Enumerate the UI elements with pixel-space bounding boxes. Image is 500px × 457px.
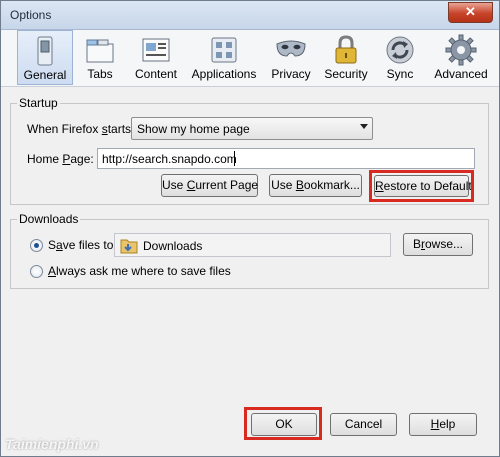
browse-button[interactable]: Browse... xyxy=(403,233,473,256)
tab-advanced[interactable]: Advanced xyxy=(429,30,493,85)
help-button[interactable]: Help xyxy=(409,413,477,436)
tab-sync-label: Sync xyxy=(386,67,414,81)
startup-select-value: Show my home page xyxy=(137,122,250,136)
tab-general[interactable]: General xyxy=(17,30,73,85)
always-ask-label: Always ask me where to save files xyxy=(48,264,231,278)
download-folder-name: Downloads xyxy=(143,239,203,253)
restore-button-highlight xyxy=(369,170,474,202)
save-files-label: Save files to xyxy=(48,238,114,252)
close-icon: ✕ xyxy=(465,4,476,19)
chevron-down-icon xyxy=(360,124,368,129)
tab-tabs[interactable]: Tabs xyxy=(75,30,125,85)
privacy-mask-icon xyxy=(276,40,306,57)
cancel-button[interactable]: Cancel xyxy=(330,413,397,436)
options-window: Options ✕ General Tabs Content Applicati… xyxy=(0,0,500,457)
watermark-text: Taimienphi.vn xyxy=(5,436,99,452)
startup-group-title: Startup xyxy=(17,96,60,110)
gear-icon xyxy=(445,34,477,66)
tab-content-label: Content xyxy=(134,67,178,81)
tab-applications-label: Applications xyxy=(191,67,257,81)
save-files-radio[interactable] xyxy=(30,239,43,252)
tab-privacy[interactable]: Privacy xyxy=(264,30,318,85)
tab-general-label: General xyxy=(23,68,67,82)
content-icon xyxy=(142,38,170,62)
home-page-label: Home Page: xyxy=(27,152,94,166)
switch-icon xyxy=(37,36,53,66)
when-firefox-starts-label: When Firefox starts: xyxy=(27,122,135,136)
sync-icon xyxy=(386,36,414,64)
window-title: Options xyxy=(10,8,52,22)
ok-button-highlight xyxy=(244,407,322,440)
tab-content[interactable]: Content xyxy=(128,30,184,85)
always-ask-radio[interactable] xyxy=(30,265,43,278)
downloads-group-title: Downloads xyxy=(17,212,81,226)
tab-sync[interactable]: Sync xyxy=(374,30,426,85)
tab-tabs-label: Tabs xyxy=(87,67,113,81)
tab-security[interactable]: Security xyxy=(320,30,372,85)
tab-advanced-label: Advanced xyxy=(434,67,488,81)
tabs-icon xyxy=(86,39,114,63)
options-toolbar: General Tabs Content Applications Privac… xyxy=(1,30,499,87)
tab-privacy-label: Privacy xyxy=(271,67,311,81)
padlock-icon xyxy=(335,35,357,64)
use-bookmark-button[interactable]: Use Bookmark... xyxy=(269,174,362,197)
download-folder-field: Downloads xyxy=(114,233,391,257)
folder-icon xyxy=(120,239,138,254)
home-page-input-value: http://search.snapdo.com xyxy=(102,152,237,166)
tab-security-label: Security xyxy=(324,67,368,81)
close-button[interactable]: ✕ xyxy=(448,2,493,23)
title-bar[interactable]: Options ✕ xyxy=(1,1,499,30)
tab-applications[interactable]: Applications xyxy=(186,30,262,85)
startup-select[interactable]: Show my home page xyxy=(131,117,373,140)
home-page-input[interactable]: http://search.snapdo.com xyxy=(97,148,475,169)
text-caret xyxy=(234,151,235,166)
use-current-page-button[interactable]: Use Current Page xyxy=(161,174,258,197)
applications-icon xyxy=(211,37,237,63)
